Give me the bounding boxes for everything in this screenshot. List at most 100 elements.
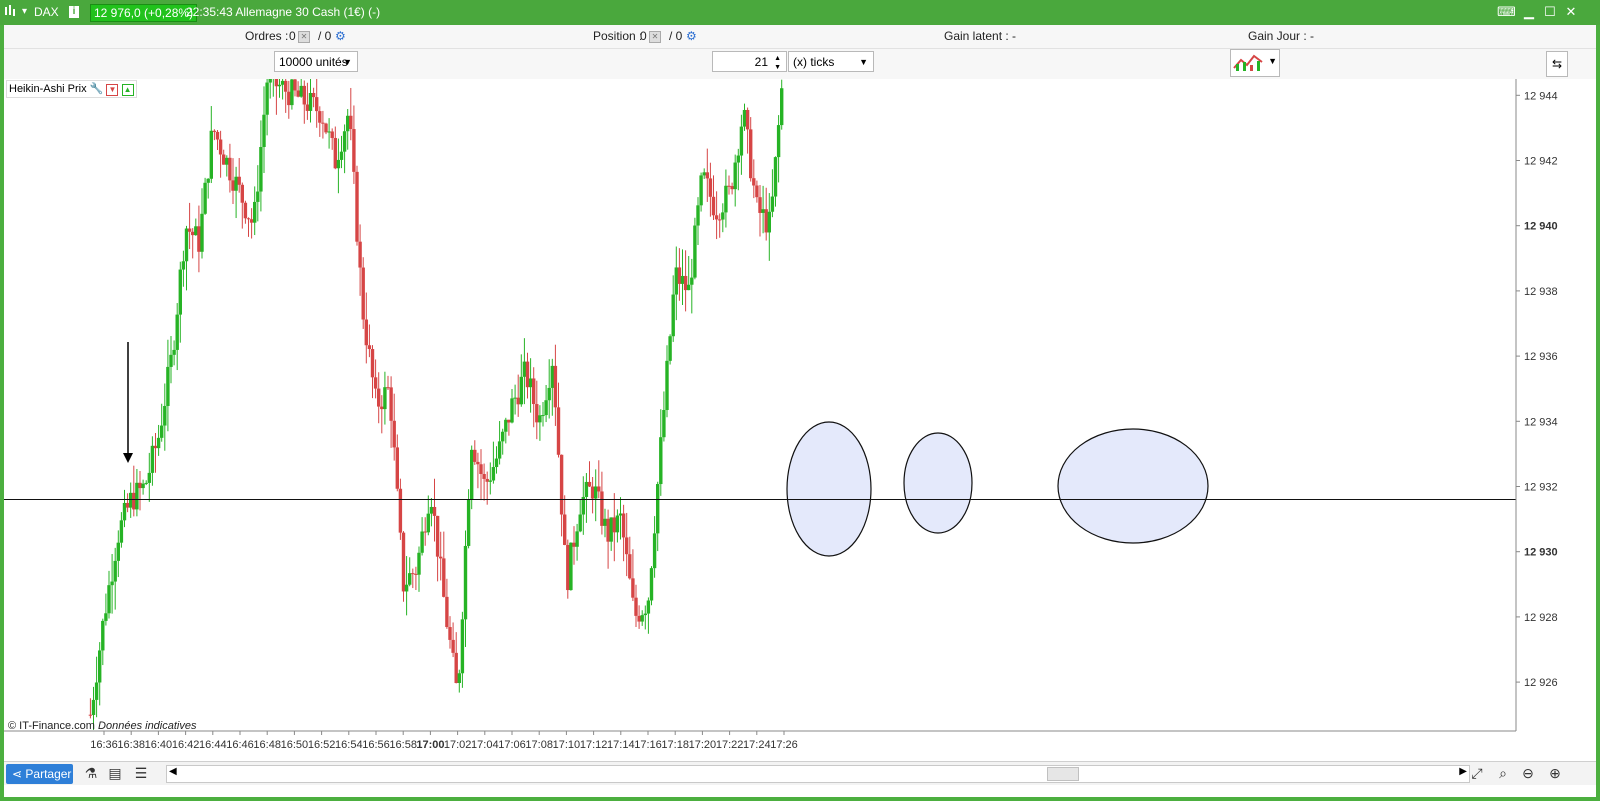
candle-body — [470, 449, 474, 500]
scroll-right-icon[interactable]: ▶ — [1459, 766, 1467, 777]
candle-body — [578, 514, 582, 532]
close-button[interactable]: ✕ — [1562, 3, 1580, 21]
candle-body — [696, 205, 700, 226]
candle-body — [739, 126, 744, 156]
candle-body — [200, 213, 204, 252]
candle-body — [507, 419, 511, 423]
candle-body — [755, 185, 759, 198]
wrench-icon[interactable]: 🔧 — [90, 83, 104, 95]
candle-body — [485, 478, 489, 482]
position-settings-gear-icon[interactable]: ⚙ — [686, 29, 697, 43]
candle-body — [556, 407, 561, 455]
candle-body — [631, 578, 635, 598]
position-value: 0 — [640, 29, 647, 43]
scroll-thumb[interactable] — [1047, 767, 1079, 781]
position-close-icon[interactable]: ✕ — [649, 29, 661, 43]
candle-body — [780, 88, 784, 126]
candle-body — [773, 157, 778, 197]
candle-body — [324, 123, 328, 133]
candle-body — [439, 556, 443, 559]
ticks-stepper[interactable]: 21 ▲ ▼ — [712, 51, 787, 72]
chart-area[interactable]: 12 931,6 12 94412 94212 94012 93812 9361… — [4, 79, 1596, 761]
quantity-select[interactable]: 10000 unités ▼ — [274, 51, 358, 72]
chevron-down-icon[interactable]: ▼ — [1268, 56, 1277, 66]
orders-settings-gear-icon[interactable]: ⚙ — [335, 29, 346, 43]
candle-body — [745, 109, 750, 130]
x-tick-label: 16:58 — [389, 739, 417, 751]
candle-body — [668, 336, 672, 361]
instrument-dropdown-arrow-icon[interactable]: ▾ — [22, 6, 27, 17]
x-tick-label: 16:40 — [145, 739, 173, 751]
candle-body — [621, 513, 626, 538]
candle-body — [519, 376, 523, 405]
candle-body — [687, 284, 691, 291]
candle-body — [262, 114, 266, 147]
candle-body — [240, 184, 244, 203]
candle-body — [243, 202, 248, 219]
horizontal-scrollbar[interactable]: ◀ ▶ — [166, 765, 1470, 783]
candle-body — [528, 378, 533, 388]
zoom-out-icon[interactable]: ⊖ — [1519, 764, 1537, 782]
x-tick-label: 17:08 — [525, 739, 553, 751]
candle-body — [594, 486, 598, 499]
candle-body — [448, 627, 452, 640]
candle-body — [380, 406, 384, 410]
stepper-arrows-icon[interactable]: ▲ ▼ — [774, 54, 781, 72]
candle-body — [153, 445, 158, 449]
price-chart[interactable]: 12 931,6 12 94412 94212 94012 93812 9361… — [4, 79, 1596, 761]
remove-indicator-icon[interactable]: ▼ — [106, 84, 119, 96]
candle-body — [587, 481, 592, 487]
indicator-legend[interactable]: Heikin-Ashi Prix 🔧 ▼ ▲ — [6, 80, 137, 98]
info-icon[interactable]: i — [69, 6, 79, 18]
candle-body — [634, 597, 638, 616]
candle-body — [411, 573, 415, 575]
scroll-left-icon[interactable]: ◀ — [169, 766, 177, 777]
table-icon[interactable]: ▤ — [106, 764, 124, 782]
chart-tools-icon[interactable]: ⚗ — [82, 764, 100, 782]
maximize-button[interactable]: ☐ — [1541, 3, 1559, 21]
candle-body — [451, 639, 455, 653]
candle-body — [501, 431, 505, 442]
instrument-name[interactable]: DAX — [34, 5, 59, 19]
candle-body — [141, 483, 145, 489]
candles-icon[interactable]: ☰ — [132, 764, 150, 782]
candle-body — [625, 537, 629, 555]
x-tick-label: 17:10 — [553, 739, 581, 751]
candle-body — [225, 157, 229, 165]
candle-body — [538, 415, 542, 423]
y-tick-label: 12 926 — [1524, 677, 1558, 689]
candle-body — [708, 178, 713, 197]
candle-body — [544, 400, 548, 416]
orders-value: 0 — [289, 29, 296, 43]
y-tick-label: 12 934 — [1524, 416, 1558, 428]
candle-body — [346, 115, 350, 132]
gain-jour: Gain Jour : - — [1248, 29, 1315, 43]
fit-chart-icon[interactable]: ⤢ — [1468, 764, 1486, 782]
x-tick-label: 17:20 — [689, 739, 717, 751]
candle-body — [522, 361, 527, 377]
candle-body — [659, 437, 663, 485]
zoom-in-icon[interactable]: ⊕ — [1546, 764, 1564, 782]
panel-toggle-icon[interactable]: ⇆ — [1546, 51, 1568, 77]
candle-body — [305, 104, 310, 111]
candle-body — [590, 486, 595, 499]
orders-cancel-icon[interactable]: ✕ — [298, 29, 310, 43]
candle-body — [718, 219, 722, 221]
orders-label: Ordres : — [245, 29, 289, 43]
candle-body — [373, 377, 378, 389]
candle-body — [699, 175, 703, 206]
move-up-icon[interactable]: ▲ — [121, 84, 134, 96]
candle-body — [330, 131, 334, 138]
candle-body — [572, 542, 576, 547]
zoom-area-icon[interactable]: ⌕ — [1494, 764, 1512, 782]
chart-type-button[interactable]: ▼ — [1230, 49, 1280, 77]
gain-latent: Gain latent : - — [944, 29, 1017, 43]
keyboard-icon[interactable]: ⌨ — [1497, 3, 1516, 21]
share-button[interactable]: ⋖ Partager — [6, 764, 73, 784]
candle-body — [212, 130, 217, 132]
candle-body — [218, 139, 223, 155]
indicator-name: Heikin-Ashi Prix — [9, 83, 87, 95]
minimize-button[interactable]: ▁ — [1520, 3, 1538, 21]
chart-window-icon — [5, 5, 15, 16]
ticks-unit-select[interactable]: (x) ticks ▼ — [788, 51, 874, 72]
